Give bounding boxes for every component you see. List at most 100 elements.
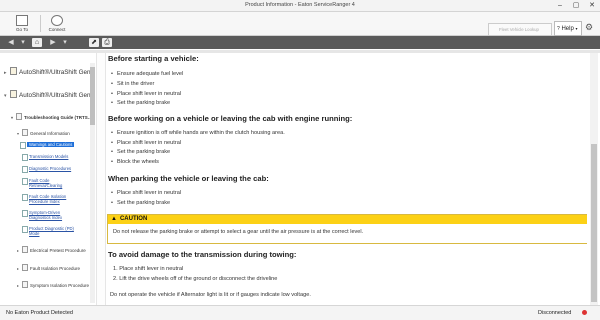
fleet-vehicle-lookup-button[interactable]: Fleet Vehicle Lookup — [488, 23, 552, 36]
bullet-item: Sit in the driver — [111, 81, 154, 87]
tree-doc-label: Warnings and Cautions — [29, 142, 73, 147]
book-icon — [22, 246, 28, 253]
tree-doc-fault-code-retrieval[interactable]: Fault Code Retrieval/Clearing — [22, 178, 63, 188]
gear-icon[interactable]: ⚙ — [582, 21, 596, 34]
book-icon — [10, 90, 17, 98]
tree-item-label: Troubleshooting Guide (TRTS… — [24, 115, 93, 120]
tree-item-label: General Information — [30, 131, 70, 136]
tree-item-gen3[interactable]: ▾ AutoShift®/UltraShift Gen3 — [4, 90, 94, 99]
document-icon — [22, 178, 28, 185]
tree-item-troubleshooting-guide[interactable]: ▾ Troubleshooting Guide (TRTS… — [11, 113, 92, 120]
book-icon — [22, 264, 28, 271]
connect-icon — [51, 15, 63, 26]
tree-item-label: AutoShift®/UltraShift Gen3 — [19, 92, 94, 99]
forward-icon[interactable]: ▶ — [48, 38, 58, 47]
tree-item-gen2[interactable]: ▸ AutoShift®/UltraShift Gen2 — [4, 67, 94, 76]
document-icon — [22, 154, 28, 161]
content-scrollbar[interactable] — [590, 53, 598, 305]
note-text: Do not operate the vehicle if Alternator… — [110, 292, 311, 298]
navigation-tree: ▸ AutoShift®/UltraShift Gen2 ▾ AutoShift®/… — [0, 53, 96, 305]
book-icon — [22, 281, 28, 288]
window-title: Product Information - Eaton ServiceRange… — [0, 0, 600, 12]
bullet-item: Set the parking brake — [111, 100, 170, 106]
pane-divider[interactable] — [96, 53, 106, 305]
bullet-item: Place shift lever in neutral — [111, 190, 181, 196]
tree-item-electrical-pretest[interactable]: ▸ Electrical Pretest Procedure — [17, 246, 86, 253]
tree-doc-label: Transmission Models — [29, 154, 69, 159]
document-content: Before starting a vehicle: Ensure adequa… — [107, 53, 587, 305]
tree-item-label: Symptom Isolation Procedure — [30, 283, 90, 288]
product-status-text: No Eaton Product Detected — [6, 310, 73, 316]
maximize-icon[interactable]: ▢ — [568, 0, 584, 11]
bullet-item: Ensure ignition is off while hands are w… — [111, 130, 285, 136]
section-heading: Before starting a vehicle: — [108, 54, 199, 63]
warning-triangle-icon: ▲ — [111, 216, 117, 222]
tree-item-general-information[interactable]: ▾ General Information — [17, 129, 70, 136]
document-icon — [22, 226, 28, 233]
connection-status-icon — [582, 310, 587, 315]
document-icon — [22, 166, 28, 173]
section-heading: When parking the vehicle or leaving the … — [108, 174, 269, 183]
caution-title: CAUTION — [119, 216, 148, 222]
tree-scrollbar-thumb[interactable] — [90, 67, 95, 125]
tree-doc-label: Retrieval/Clearing — [29, 183, 63, 188]
caution-text: Do not release the parking brake or atte… — [113, 229, 364, 235]
tree-item-symptom-isolation[interactable]: ▸ Symptom Isolation Procedure — [17, 281, 89, 288]
tree-doc-warnings-and-cautions[interactable]: Warnings and Cautions — [20, 142, 75, 149]
status-bar: No Eaton Product Detected Disconnected — [0, 305, 600, 320]
section-heading: To avoid damage to the transmission duri… — [108, 250, 297, 259]
navigation-toolbar: ◀ ▾ ⌂ ▶ ▾ ⬈ ⎙ — [0, 36, 600, 49]
go-to-label: Go To — [16, 27, 28, 32]
bullet-item: Place shift lever in neutral — [111, 91, 181, 97]
tree-item-fault-isolation[interactable]: ▸ Fault Isolation Procedure — [17, 264, 80, 271]
tree-doc-label: Diagnostics Index — [29, 215, 63, 220]
minimize-icon[interactable]: – — [552, 0, 568, 11]
connect-label: Connect — [48, 27, 66, 32]
back-dropdown-icon[interactable]: ▾ — [18, 38, 28, 47]
close-icon[interactable]: ✕ — [584, 0, 600, 11]
bullet-item: Set the parking brake — [111, 200, 170, 206]
bullet-item: Ensure adequate fuel level — [111, 71, 183, 77]
content-scrollbar-thumb[interactable] — [591, 144, 597, 302]
section-heading: Before working on a vehicle or leaving t… — [108, 114, 353, 123]
home-icon[interactable]: ⌂ — [32, 38, 42, 47]
help-icon: ? — [557, 26, 560, 32]
book-icon — [22, 129, 28, 136]
help-label: Help — [561, 26, 574, 32]
bullet-item: Place shift lever in neutral — [111, 140, 181, 146]
tree-doc-label: Diagnostic Procedures — [29, 166, 72, 171]
help-dropdown[interactable]: ? Help ▾ — [554, 21, 582, 36]
chevron-down-icon: ▾ — [575, 26, 578, 31]
document-icon — [22, 194, 28, 201]
book-icon — [10, 67, 17, 75]
tree-doc-fault-code-isolation[interactable]: Fault Code Isolation Procedure Index — [22, 194, 66, 204]
connection-status-text: Disconnected — [538, 310, 572, 316]
caution-header: ▲ CAUTION — [108, 215, 587, 224]
tree-item-label: Electrical Pretest Procedure — [30, 248, 86, 253]
print-icon[interactable]: ⎙ — [102, 38, 112, 47]
tree-doc-transmission-models[interactable]: Transmission Models — [22, 154, 69, 161]
ribbon-separator — [40, 15, 41, 32]
bullet-item: Block the wheels — [111, 159, 159, 165]
tree-doc-label: Procedure Index — [29, 199, 60, 204]
back-icon[interactable]: ◀ — [6, 38, 16, 47]
caution-box: ▲ CAUTION Do not release the parking brak… — [107, 214, 587, 244]
tree-scrollbar[interactable] — [90, 63, 95, 303]
connect-button[interactable]: Connect — [42, 13, 72, 34]
tree-doc-symptom-driven[interactable]: Symptom-Driven Diagnostics Index — [22, 210, 63, 220]
tree-doc-product-diagnostic-mode[interactable]: Product Diagnostic (PD) Mode — [22, 226, 74, 236]
book-icon — [16, 113, 22, 120]
go-to-icon — [16, 15, 28, 26]
go-to-button[interactable]: Go To — [7, 13, 37, 34]
tree-item-label: Fault Isolation Procedure — [30, 266, 81, 271]
numbered-item: 1. Place shift lever in neutral — [113, 266, 184, 272]
tree-doc-diagnostic-procedures[interactable]: Diagnostic Procedures — [22, 166, 72, 173]
bullet-item: Set the parking brake — [111, 149, 170, 155]
document-icon — [20, 142, 26, 149]
numbered-item: 2. Lift the drive wheels off of the grou… — [113, 276, 278, 282]
document-icon — [22, 210, 28, 217]
tree-doc-label: Mode — [29, 231, 40, 236]
forward-dropdown-icon[interactable]: ▾ — [60, 38, 70, 47]
open-new-window-icon[interactable]: ⬈ — [89, 38, 99, 47]
tree-item-label: AutoShift®/UltraShift Gen2 — [19, 69, 94, 76]
